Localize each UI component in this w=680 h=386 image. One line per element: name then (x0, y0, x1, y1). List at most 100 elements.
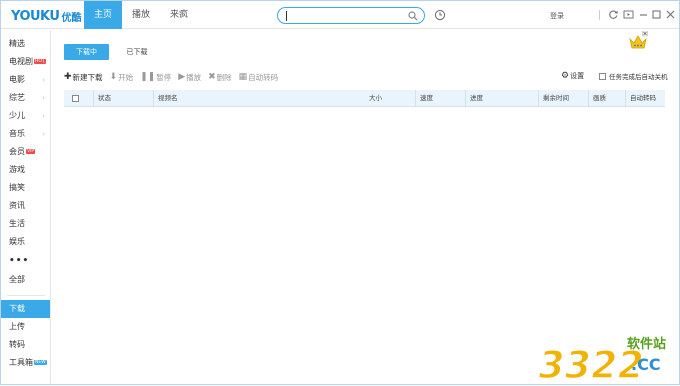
sidebar-item-label: 下载 (9, 304, 25, 313)
chevron-right-icon: › (42, 76, 45, 84)
sidebar-item-vip[interactable]: 会员 VIP (1, 143, 50, 161)
column-remaining-time[interactable]: 剩余时间 (538, 90, 588, 107)
sidebar: 精选 电视剧 HOT › 电影 › 综艺 › 少儿 › 音乐 › 会员 VIP 游戏… (1, 30, 51, 384)
logo-text: YOUKU (11, 8, 60, 24)
pause-icon: ❚❚ (140, 71, 156, 82)
tab-play[interactable]: 播放 (122, 1, 160, 29)
sidebar-item-label: 少儿 (9, 111, 25, 120)
sidebar-item-kids[interactable]: 少儿 › (1, 107, 50, 125)
sidebar-item-upload[interactable]: 上传 (1, 318, 50, 336)
search-input[interactable] (287, 10, 405, 21)
sidebar-item-transcode[interactable]: 转码 (1, 336, 50, 354)
auto-transcode-label: 自动转码 (248, 72, 279, 82)
sidebar-item-label: 全部 (9, 275, 25, 284)
more-icon[interactable]: ••• (1, 252, 50, 270)
sidebar-item-movie[interactable]: 电影 › (1, 71, 50, 89)
sidebar-item-news[interactable]: 资讯 (1, 197, 50, 215)
column-size[interactable]: 大小 (365, 90, 415, 107)
delete-button[interactable]: ✖ 删除 (208, 72, 232, 83)
sidebar-item-entertainment[interactable]: 娱乐 (1, 233, 50, 251)
chevron-right-icon: › (42, 112, 45, 120)
new-badge: NEW (34, 360, 47, 365)
logo-cn-text: 优酷 (61, 12, 82, 24)
new-download-button[interactable]: ✚ 新建下载 (64, 72, 103, 83)
delete-x-icon: ✖ (208, 71, 216, 82)
sidebar-item-label: 电视剧 (9, 57, 33, 66)
tab-home[interactable]: 主页 (84, 1, 122, 29)
new-download-label: 新建下载 (72, 72, 103, 82)
chevron-right-icon: › (42, 94, 45, 102)
vip-crown-icon[interactable] (628, 31, 648, 51)
column-auto-transcode[interactable]: 自动转码 (625, 90, 665, 107)
auto-transcode-button[interactable]: ▦ 自动转码 (239, 72, 279, 83)
maximize-icon[interactable] (651, 9, 662, 20)
sidebar-item-label: 综艺 (9, 93, 25, 102)
sidebar-item-label: 音乐 (9, 129, 25, 138)
sidebar-item-label: 搞笑 (9, 183, 25, 192)
start-label: 开始 (118, 72, 134, 82)
start-button[interactable]: ⬇ 开始 (110, 72, 134, 83)
sidebar-item-variety[interactable]: 综艺 › (1, 89, 50, 107)
sidebar-item-label: 生活 (9, 219, 25, 228)
vip-badge: VIP (26, 149, 36, 154)
sidebar-item-games[interactable]: 游戏 (1, 161, 50, 179)
header-divider (599, 10, 600, 20)
auto-shutdown-checkbox[interactable] (599, 72, 606, 80)
minimize-icon[interactable] (638, 9, 649, 20)
download-arrow-icon: ⬇ (109, 71, 118, 82)
youku-logo[interactable]: YOUKU 优酷 (11, 8, 81, 24)
refresh-icon[interactable] (608, 9, 619, 20)
sidebar-item-label: 工具箱 (9, 358, 33, 367)
auto-shutdown-label: 任务完成后自动关机 (609, 73, 668, 81)
sidebar-item-all[interactable]: 全部 (1, 271, 50, 289)
chevron-right-icon: › (42, 130, 45, 138)
select-all-checkbox[interactable] (72, 95, 79, 102)
sidebar-item-label: 电影 (9, 75, 25, 84)
play-label: 播放 (186, 72, 202, 82)
auto-shutdown-option[interactable]: 任务完成后自动关机 (599, 71, 668, 81)
column-quality[interactable]: 画质 (588, 90, 625, 107)
search-icon[interactable] (408, 11, 418, 21)
download-table-header: 状态 视频名 大小 速度 进度 剩余时间 画质 自动转码 (64, 90, 665, 107)
tab-downloaded[interactable]: 已下载 (122, 44, 152, 60)
close-icon[interactable] (665, 9, 676, 20)
tab-laifeng[interactable]: 来疯 (160, 1, 198, 29)
sidebar-item-label: 转码 (9, 340, 25, 349)
sidebar-item-label: 会员 (9, 147, 25, 156)
sidebar-item-featured[interactable]: 精选 (1, 35, 50, 53)
history-clock-icon[interactable] (434, 9, 446, 21)
sidebar-item-toolbox[interactable]: 工具箱 NEW (1, 354, 50, 372)
play-icon: ▶ (178, 71, 186, 82)
sidebar-item-funny[interactable]: 搞笑 (1, 179, 50, 197)
sidebar-item-music[interactable]: 音乐 › (1, 125, 50, 143)
delete-label: 删除 (216, 72, 232, 82)
column-speed[interactable]: 速度 (415, 90, 465, 107)
sidebar-divider (7, 295, 45, 296)
pause-label: 暂停 (156, 72, 172, 82)
watermark-cn: 软件站 (627, 336, 666, 352)
sidebar-item-download[interactable]: 下载 (1, 300, 50, 318)
title-bar: YOUKU 优酷 主页 播放 来疯 登录 (1, 1, 679, 29)
pause-button[interactable]: ❚❚ 暂停 (140, 72, 171, 83)
mini-player-icon[interactable] (623, 9, 634, 20)
watermark-suffix: .CC (631, 355, 661, 374)
tab-downloading[interactable]: 下载中 (64, 44, 109, 60)
search-box[interactable] (277, 7, 425, 24)
column-video-name[interactable]: 视频名 (153, 90, 365, 107)
login-link[interactable]: 登录 (550, 11, 564, 21)
sidebar-item-life[interactable]: 生活 (1, 215, 50, 233)
column-status[interactable]: 状态 (93, 90, 153, 107)
download-toolbar: ✚ 新建下载 ⬇ 开始 ❚❚ 暂停 ▶ 播放 ✖ 删除 ▦ 自动转码 (64, 71, 285, 83)
site-watermark: 3322 软件站 .CC (533, 336, 666, 386)
gear-icon: ⚙ (561, 71, 570, 81)
sidebar-item-label: 资讯 (9, 201, 25, 210)
sidebar-item-label: 精选 (9, 39, 25, 48)
plus-icon: ✚ (64, 71, 72, 82)
settings-button[interactable]: ⚙ 设置 (561, 71, 584, 81)
app-window: YOUKU 优酷 主页 播放 来疯 登录 精选 电视剧 HOT › 电影 › 综… (0, 0, 680, 386)
column-progress[interactable]: 进度 (465, 90, 538, 107)
sidebar-item-tv[interactable]: 电视剧 HOT › (1, 53, 50, 71)
play-button[interactable]: ▶ 播放 (178, 72, 201, 83)
settings-label: 设置 (570, 72, 585, 80)
sidebar-item-label: 游戏 (9, 165, 25, 174)
